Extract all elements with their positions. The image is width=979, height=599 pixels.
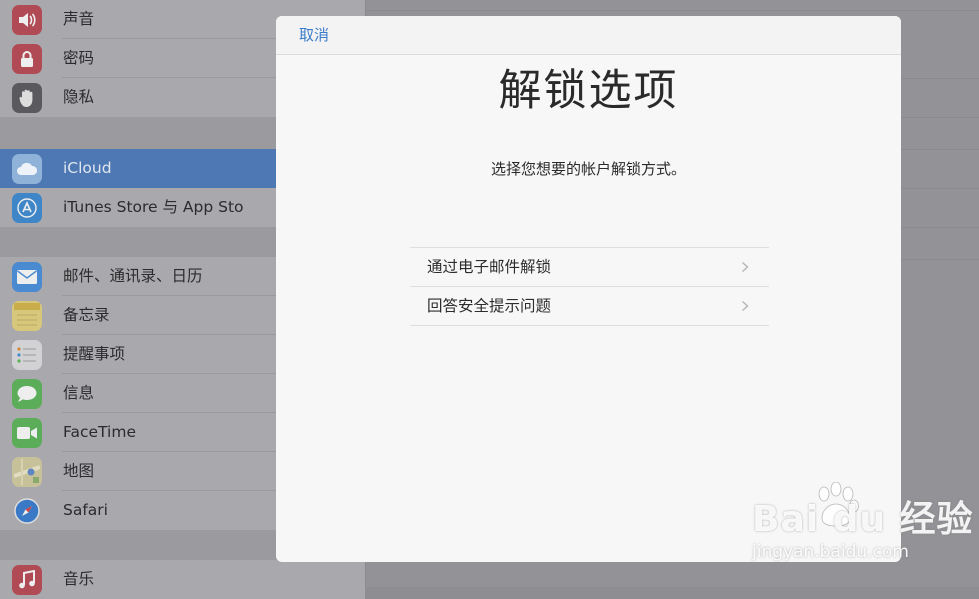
watermark-url: jingyan.baidu.com	[752, 542, 909, 562]
sidebar-item-label: FaceTime	[63, 423, 136, 441]
reminders-icon	[12, 340, 42, 370]
maps-icon	[12, 457, 42, 487]
messages-icon	[12, 379, 42, 409]
modal-title: 解锁选项	[498, 66, 679, 116]
sidebar-item-label: 提醒事项	[63, 345, 126, 363]
speaker-icon	[12, 5, 42, 35]
option-label: 通过电子邮件解锁	[427, 258, 552, 276]
sidebar-item-label: 密码	[63, 49, 95, 67]
sidebar-item-music[interactable]: 音乐	[0, 560, 365, 599]
chevron-right-icon	[742, 261, 749, 273]
sidebar-item-label: iTunes Store 与 App Sto	[63, 198, 244, 216]
watermark-brand: Bai du 经验	[752, 499, 974, 540]
music-note-icon	[12, 565, 42, 595]
cloud-icon	[12, 154, 42, 184]
hand-icon	[12, 83, 42, 113]
baidu-jingyan-watermark: Bai du 经验 jingyan.baidu.com	[752, 482, 974, 572]
compass-icon	[12, 496, 42, 526]
modal-nav-bar: 取消	[276, 16, 901, 55]
sidebar-item-label: 声音	[63, 10, 95, 28]
video-camera-icon	[12, 418, 42, 448]
sidebar-item-label: 备忘录	[63, 306, 110, 324]
cancel-button[interactable]: 取消	[299, 16, 329, 54]
notes-icon	[12, 301, 42, 331]
sidebar-item-label: 信息	[63, 384, 95, 402]
option-label: 回答安全提示问题	[427, 297, 552, 315]
unlock-via-email-option[interactable]: 通过电子邮件解锁	[410, 248, 769, 287]
sidebar-item-label: 邮件、通讯录、日历	[63, 267, 203, 285]
sidebar-item-label: iCloud	[63, 159, 112, 177]
mail-icon	[12, 262, 42, 292]
answer-security-questions-option[interactable]: 回答安全提示问题	[410, 287, 769, 326]
sidebar-item-label: Safari	[63, 501, 108, 519]
sidebar-item-label: 隐私	[63, 88, 95, 106]
modal-subtitle: 选择您想要的帐户解锁方式。	[490, 160, 686, 178]
sidebar-item-label: 音乐	[63, 570, 95, 588]
chevron-right-icon	[742, 300, 749, 312]
sidebar-item-label: 地图	[63, 462, 95, 480]
lock-icon	[12, 44, 42, 74]
unlock-options-modal: 取消 解锁选项 选择您想要的帐户解锁方式。 通过电子邮件解锁 回答安全提示问题	[276, 16, 901, 562]
app-store-icon	[12, 193, 42, 223]
unlock-options-list: 通过电子邮件解锁 回答安全提示问题	[410, 247, 769, 326]
